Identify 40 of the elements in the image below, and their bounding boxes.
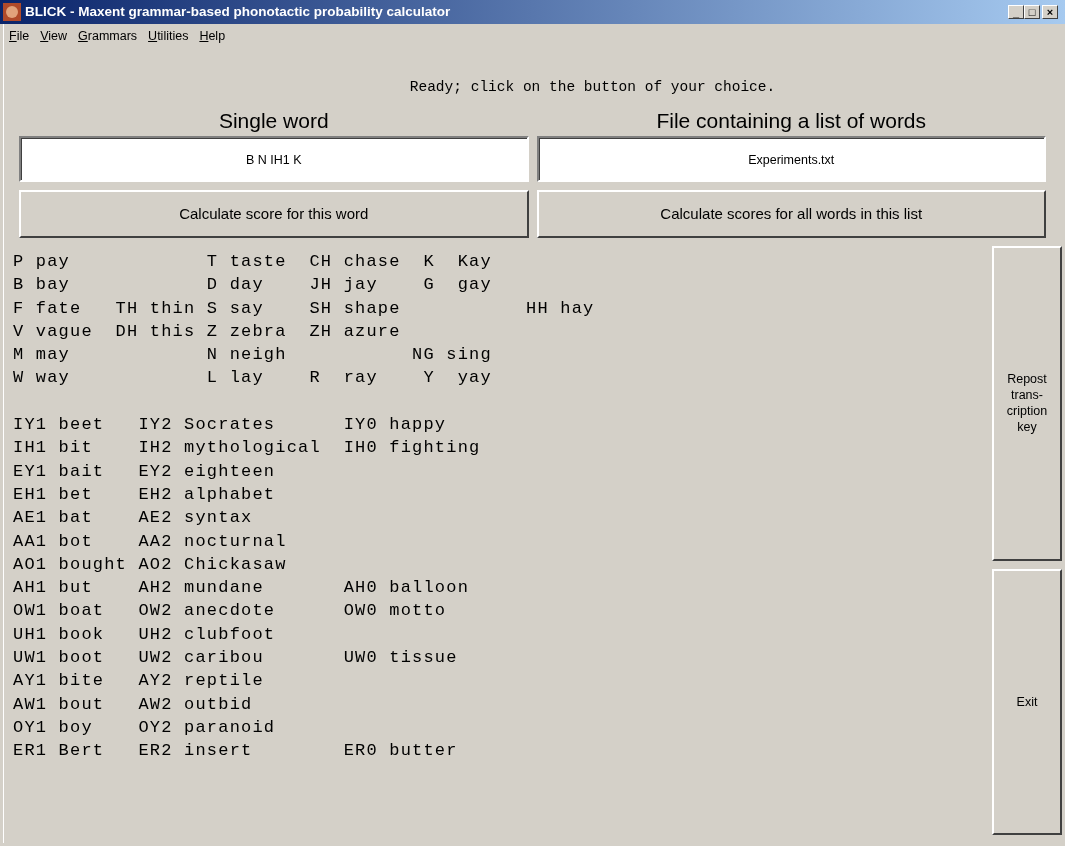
key-line: EY1 bait EY2 eighteen <box>13 460 277 483</box>
key-line: AO1 bought AO2 Chickasaw <box>13 553 288 576</box>
key-line: UH1 book UH2 clubfoot <box>13 623 277 646</box>
key-line: V vague DH this Z zebra ZH azure <box>13 320 402 343</box>
input-field[interactable]: B N IH1 K <box>19 136 529 182</box>
key-line: EH1 bet EH2 alphabet <box>13 483 277 506</box>
menu-item[interactable]: Utilities <box>148 27 189 46</box>
key-line: IY1 beet IY2 Socrates IY0 happy <box>13 414 448 437</box>
input-field[interactable]: Experiments.txt <box>536 136 1046 182</box>
section-heading: Single word <box>217 107 330 134</box>
key-line: ER1 Bert ER2 insert ER0 butter <box>13 740 459 763</box>
key-line: OY1 boy OY2 paranoid <box>13 716 277 739</box>
calculate-button[interactable]: Calculate score for this word <box>19 190 529 238</box>
menu-item[interactable]: Help <box>199 27 226 46</box>
key-line: UW1 boot UW2 caribou UW0 tissue <box>13 647 459 670</box>
status-text: Ready; click on the button of your choice. <box>408 77 777 97</box>
minimize-button[interactable]: _ <box>1008 5 1024 19</box>
key-line: OW1 boat OW2 anecdote OW0 motto <box>13 600 448 623</box>
menu-item[interactable]: File <box>9 27 30 46</box>
key-line: AW1 bout AW2 outbid <box>13 693 254 716</box>
key-line: AE1 bat AE2 syntax <box>13 507 254 530</box>
key-line: F fate TH thin S say SH shape HH hay <box>13 297 596 320</box>
calculate-button[interactable]: Calculate scores for all words in this list <box>536 190 1046 238</box>
key-line: AH1 but AH2 mundane AH0 balloon <box>13 577 471 600</box>
repost-key-button[interactable]: Repost trans- cription key <box>992 246 1062 561</box>
key-line: AY1 bite AY2 reptile <box>13 670 265 693</box>
menu-item[interactable]: View <box>40 27 68 46</box>
key-line: M may N neigh NG sing <box>13 344 493 367</box>
key-line: B bay D day JH jay G gay <box>13 274 493 297</box>
exit-button[interactable]: Exit <box>992 568 1062 835</box>
window-title: BLICK - Maxent grammar-based phonotactic probability calculator <box>25 2 452 21</box>
key-line: P pay T taste CH chase K Kay <box>13 251 493 273</box>
key-line: IH1 bit IH2 mythological IH0 fighting <box>13 437 482 460</box>
key-line: AA1 bot AA2 nocturnal <box>13 530 288 553</box>
menu-item[interactable]: Grammars <box>78 27 138 46</box>
app-icon <box>3 3 21 21</box>
close-button[interactable]: × <box>1042 5 1058 19</box>
section-heading: File containing a list of words <box>655 107 928 134</box>
maximize-button[interactable]: □ <box>1024 5 1040 19</box>
key-line: W way L lay R ray Y yay <box>13 367 493 390</box>
